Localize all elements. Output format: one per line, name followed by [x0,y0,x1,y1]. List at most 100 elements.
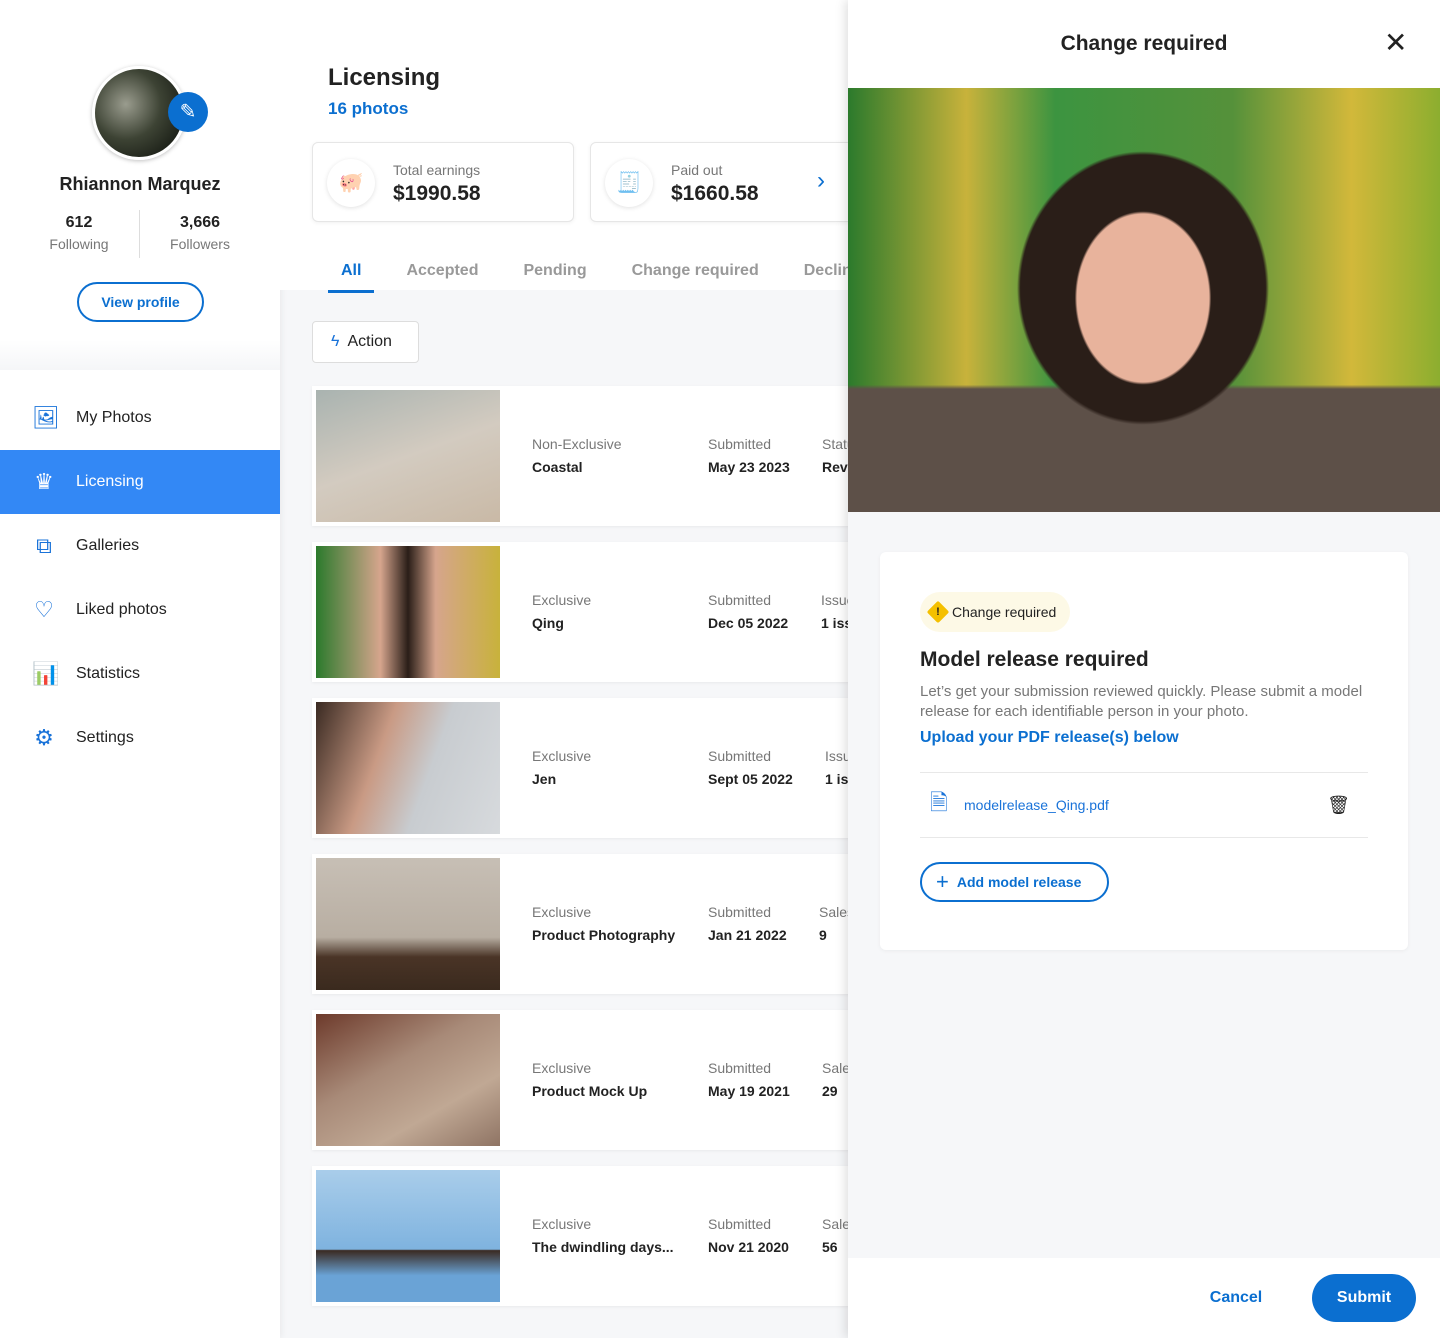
license-column: Exclusive The dwindling days... [532,1216,674,1255]
column-value: 9 [819,927,827,943]
table-row[interactable]: Exclusive Product Photography Submitted Ja… [312,854,848,994]
main-content: Licensing 16 photos 🐖 Total earnings $19… [280,0,848,1338]
following-count: 612 [65,214,93,231]
photo-name: Qing [532,615,564,631]
tab-change-required[interactable]: Change required [632,254,759,293]
table-row[interactable]: Non-Exclusive Coastal Submitted May 23 202… [312,386,848,526]
image-icon: 🖼 [32,405,60,430]
piggy-bank-icon: 🐖 [327,159,375,207]
photo-name: Jen [532,771,557,787]
license-type: Exclusive [532,904,592,920]
submitted-label: Submitted [708,748,772,764]
sidebar-item-label: Liked photos [76,601,167,618]
card-label: Total earnings [393,162,481,178]
sidebar-item-label: Settings [76,729,134,746]
heart-icon: ♡ [34,597,54,622]
sidebar: ✎ Rhiannon Marquez 612 Following 3,666 Fol… [0,0,280,1338]
submitted-label: Submitted [708,592,772,608]
sidebar-item-liked-photos[interactable]: ♡ Liked photos [0,578,280,642]
tab-all[interactable]: All [328,254,375,293]
column-value: 1 issue [821,615,848,631]
table-row[interactable]: Exclusive Product Mock Up Submitted May 19… [312,1010,848,1150]
panel-footer: Cancel Submit [848,1258,1440,1338]
sidebar-item-licensing[interactable]: ♛ Licensing [0,450,280,514]
panel-title: Change required [1060,32,1228,55]
license-column: Non-Exclusive Coastal [532,436,621,475]
following-stat[interactable]: 612 Following [19,214,139,252]
photo-thumbnail[interactable] [316,702,500,834]
sidebar-item-galleries[interactable]: ⧉ Galleries [0,514,280,578]
photo-name: Product Photography [532,927,676,943]
change-required-panel: Change required ✕ ! Change required Model… [848,0,1440,1338]
submitted-column: Submitted May 23 2023 [708,436,790,475]
license-column: Exclusive Jen [532,748,591,787]
issue-description: Let’s get your submission reviewed quick… [920,683,1363,720]
upload-hint: Upload your PDF release(s) below [920,729,1179,746]
bar-chart-icon: 📊 [32,661,60,686]
sidebar-item-my-photos[interactable]: 🖼 My Photos [0,386,280,450]
uploaded-file: 🗎 modelrelease_Qing.pdf 🗑 [920,772,1368,838]
table-row[interactable]: Exclusive Jen Submitted Sept 05 2022 Issue… [312,698,848,838]
submitted-date: May 23 2023 [708,459,790,475]
submitted-date: Sept 05 2022 [708,771,793,787]
table-row[interactable]: Exclusive Qing Submitted Dec 05 2022 Issue… [312,542,848,682]
license-type: Non-Exclusive [532,436,622,452]
page-title: Licensing [328,64,441,91]
photo-thumbnail[interactable] [316,1170,500,1302]
tab-pending[interactable]: Pending [523,254,586,293]
submitted-label: Submitted [708,904,772,920]
submitted-date: Dec 05 2022 [708,615,789,631]
followers-stat[interactable]: 3,666 Followers [140,214,260,252]
license-type: Exclusive [532,592,592,608]
submitted-column: Submitted Nov 21 2020 [708,1216,789,1255]
sidebar-item-statistics[interactable]: 📊 Statistics [0,642,280,706]
divider [0,340,280,370]
total-earnings-card: 🐖 Total earnings $1990.58 [312,142,574,222]
sidebar-item-label: My Photos [76,409,152,426]
chevron-right-icon[interactable]: › [817,167,825,195]
third-column: Issues 1 issue [821,592,848,631]
cancel-button[interactable]: Cancel [1198,1274,1274,1322]
photo-thumbnail[interactable] [316,1014,500,1146]
file-name-link[interactable]: modelrelease_Qing.pdf [964,797,1109,813]
submit-button[interactable]: Submit [1312,1274,1416,1322]
column-label: Sales [822,1216,848,1232]
submitted-column: Submitted Sept 05 2022 [708,748,793,787]
status-badge: ! Change required [920,592,1071,632]
gallery-add-icon: ⧉ [36,533,52,558]
photo-thumbnail[interactable] [316,390,500,522]
submitted-date: Jan 21 2022 [708,927,787,943]
profile-name: Rhiannon Marquez [59,174,221,194]
edit-avatar-button[interactable]: ✎ [168,92,208,132]
card-value: $1660.58 [671,182,759,205]
third-column: Status Review [822,436,848,475]
card-value: $1990.58 [393,182,481,205]
receipt-icon: 🧾 [605,159,653,207]
paid-out-card[interactable]: 🧾 Paid out $1660.58 › [590,142,848,222]
crown-icon: ♛ [34,469,54,494]
action-button[interactable]: ϟ Action [312,321,419,363]
add-model-release-button[interactable]: + Add model release [920,862,1109,902]
sidebar-item-label: Licensing [76,473,144,490]
column-label: Issues [821,592,848,608]
submitted-date: May 19 2021 [708,1083,790,1099]
followers-count: 3,666 [179,214,221,231]
tab-accepted[interactable]: Accepted [406,254,478,293]
sidebar-item-settings[interactable]: ⚙ Settings [0,706,280,770]
photo-thumbnail[interactable] [316,546,500,678]
badge-label: Change required [952,604,1057,620]
column-label: Status [822,436,848,452]
submitted-label: Submitted [708,1216,772,1232]
column-value: 29 [822,1083,838,1099]
photo-thumbnail[interactable] [316,858,500,990]
tab-declined[interactable]: Declined [804,254,848,293]
pencil-icon: ✎ [179,101,197,123]
table-row[interactable]: Exclusive The dwindling days... Submitted… [312,1166,848,1306]
submitted-date: Nov 21 2020 [708,1239,789,1255]
trash-icon[interactable]: 🗑 [1327,795,1350,816]
close-icon[interactable]: ✕ [1384,28,1407,58]
document-icon: 🗎 [930,790,948,815]
third-column: Sales 9 [819,904,848,943]
view-profile-button[interactable]: View profile [77,282,204,322]
license-type: Exclusive [532,748,592,764]
